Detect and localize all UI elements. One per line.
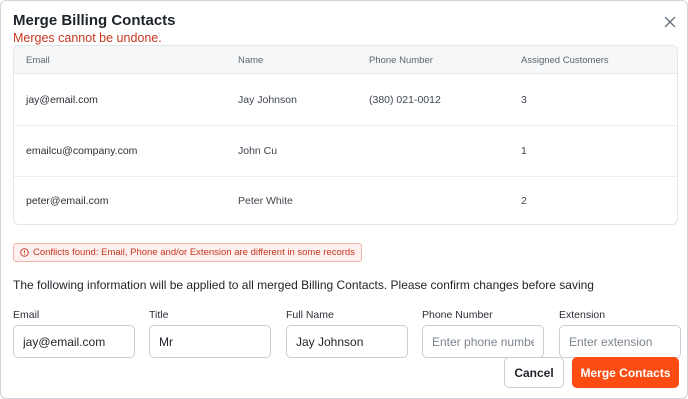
extension-field[interactable]	[559, 325, 681, 358]
phone-number-field-label: Phone Number	[422, 309, 493, 321]
column-header-name: Name	[238, 55, 264, 66]
merge-billing-contacts-dialog: Merge Billing Contacts Merges cannot be …	[0, 0, 688, 399]
cell-name: John Cu	[238, 145, 278, 157]
cell-email: peter@email.com	[26, 195, 109, 207]
full-name-field-label: Full Name	[286, 309, 334, 321]
dialog-title: Merge Billing Contacts	[13, 12, 176, 29]
cell-assigned-customers: 1	[521, 145, 527, 157]
table-row: peter@email.com Peter White 2	[14, 176, 677, 224]
table-row: emailcu@company.com John Cu 1	[14, 126, 677, 177]
cell-assigned-customers: 3	[521, 94, 527, 106]
contacts-table: Email Name Phone Number Assigned Custome…	[13, 45, 678, 225]
phone-number-field[interactable]	[422, 325, 544, 358]
cell-assigned-customers: 2	[521, 195, 527, 207]
email-field[interactable]	[13, 325, 135, 358]
alert-circle-icon	[20, 248, 29, 257]
cell-email: jay@email.com	[26, 94, 98, 106]
table-header: Email Name Phone Number Assigned Custome…	[14, 46, 677, 74]
column-header-assigned-customers: Assigned Customers	[521, 55, 609, 66]
merge-info-text: The following information will be applie…	[13, 278, 594, 292]
conflict-text: Conflicts found: Email, Phone and/or Ext…	[33, 247, 355, 258]
extension-field-label: Extension	[559, 309, 606, 321]
table-row: jay@email.com Jay Johnson (380) 021-0012…	[14, 75, 677, 126]
column-header-email: Email	[26, 55, 50, 66]
full-name-field[interactable]	[286, 325, 408, 358]
undo-warning: Merges cannot be undone.	[13, 31, 162, 45]
cell-email: emailcu@company.com	[26, 145, 138, 157]
conflict-banner: Conflicts found: Email, Phone and/or Ext…	[13, 243, 362, 262]
title-field-label: Title	[149, 309, 169, 321]
cancel-button[interactable]: Cancel	[504, 357, 564, 388]
cell-phone: (380) 021-0012	[369, 94, 441, 106]
cell-name: Jay Johnson	[238, 94, 297, 106]
email-field-label: Email	[13, 309, 40, 321]
cell-name: Peter White	[238, 195, 293, 207]
close-icon[interactable]	[661, 13, 679, 31]
merge-contacts-button[interactable]: Merge Contacts	[572, 357, 679, 388]
column-header-phone: Phone Number	[369, 55, 433, 66]
title-field[interactable]	[149, 325, 271, 358]
